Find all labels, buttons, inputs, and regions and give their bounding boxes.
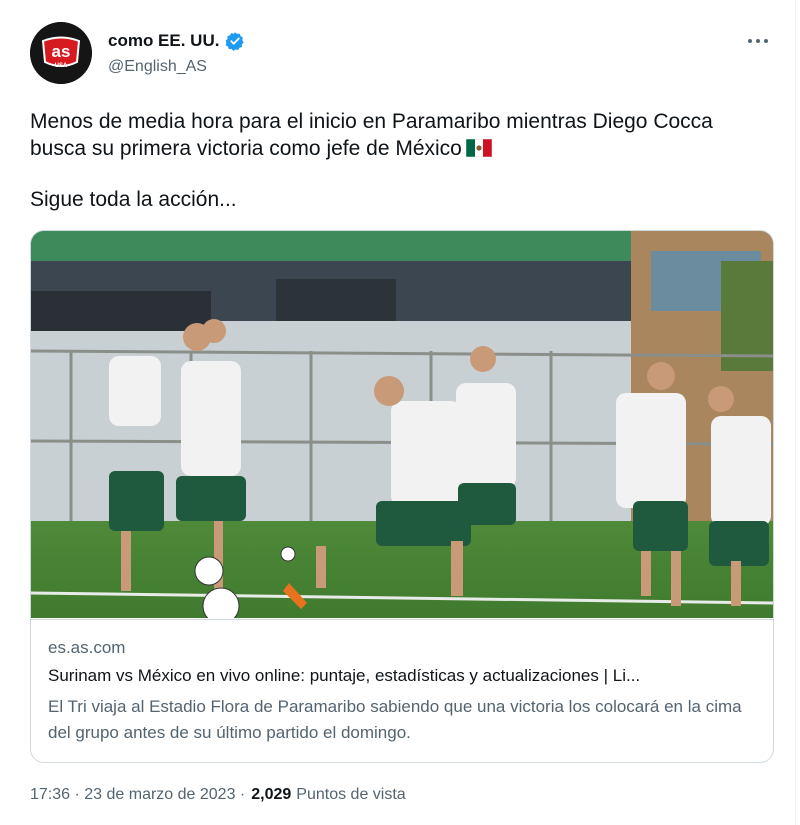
tweet-line-2: Sigue toda la acción... [30,188,237,211]
card-meta[interactable]: es.as.com Surinam vs México en vivo onli… [31,619,773,762]
handle[interactable]: @English_AS [108,58,245,76]
tweet-text: Menos de media hora para el inicio en Pa… [30,108,770,213]
as-usa-logo-icon: as USA [30,22,92,84]
tweet-footer: 17:36 · 23 de marzo de 2023 · 2,029 Punt… [30,786,406,804]
card-description: El Tri viaja al Estadio Flora de Paramar… [48,697,742,742]
timestamp[interactable]: 17:36 · 23 de marzo de 2023 · [30,786,245,804]
avatar[interactable]: as USA [30,22,92,84]
display-name[interactable]: como EE. UU. [108,31,219,51]
views-count: 2,029 [251,786,292,803]
verified-badge-icon [225,31,245,51]
card-domain[interactable]: es.as.com [48,638,125,658]
svg-text:USA: USA [55,63,68,69]
link-card[interactable]: es.as.com Surinam vs México en vivo onli… [30,230,774,763]
views-label: Puntos de vista [296,786,406,803]
tweet: as USA como EE. UU. @English_AS Menos de… [0,0,800,825]
tweet-line-1: Menos de media hora para el inicio en Pa… [30,110,713,160]
divider [795,0,796,825]
more-options-icon[interactable] [746,34,770,46]
training-photo[interactable] [31,231,773,625]
svg-text:as: as [52,42,71,61]
author-block: como EE. UU. @English_AS [108,30,245,76]
card-title[interactable]: Surinam vs México en vivo online: puntaj… [48,666,760,686]
mexico-flag-icon [465,137,493,158]
